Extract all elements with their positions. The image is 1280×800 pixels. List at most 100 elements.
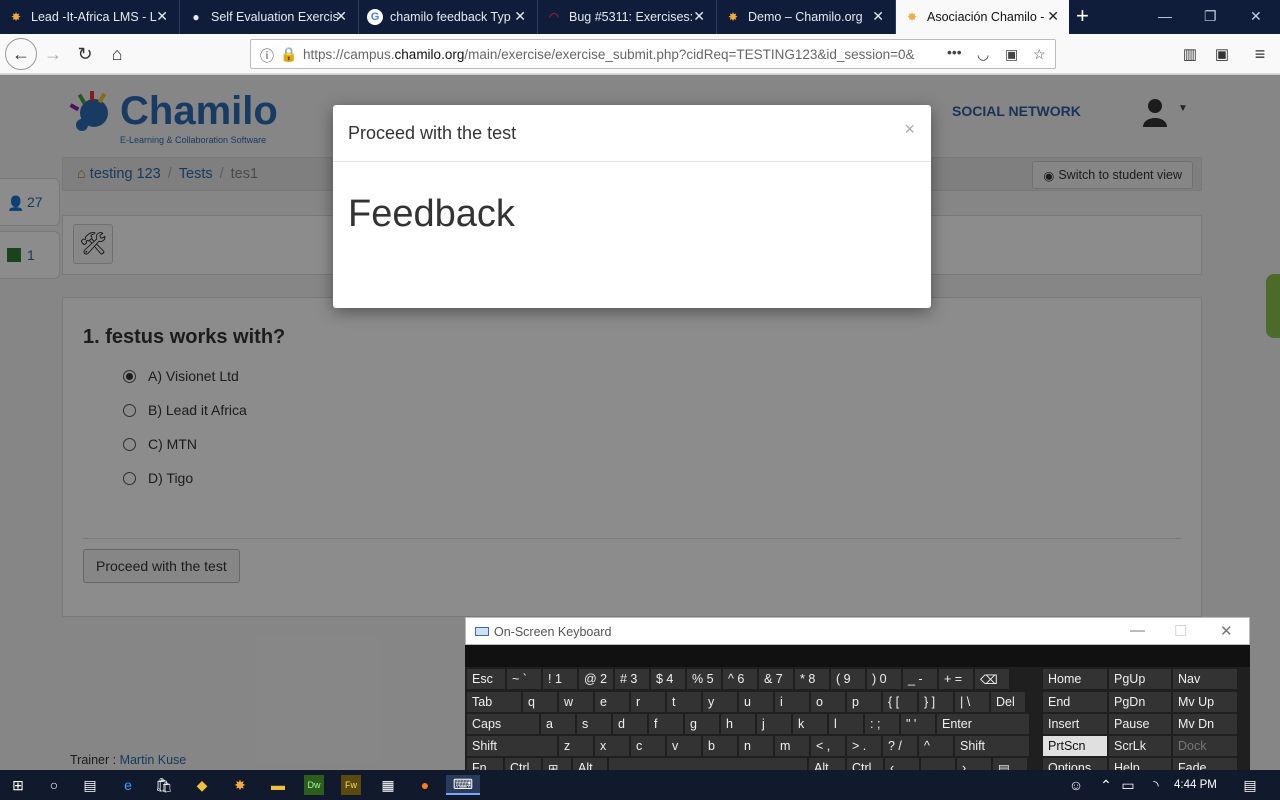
- chevron-up-icon[interactable]: ⌃: [1096, 775, 1116, 795]
- osk-key[interactable]: Esc: [467, 669, 505, 689]
- osk-key[interactable]: * 8: [795, 669, 829, 689]
- osk-key[interactable]: PrtScn: [1043, 736, 1107, 756]
- osk-key[interactable]: d: [613, 714, 647, 734]
- osk-key[interactable]: Pause: [1109, 714, 1171, 734]
- osk-key[interactable]: < ,: [811, 736, 845, 756]
- osk-key[interactable]: ScrLk: [1109, 736, 1171, 756]
- osk-key[interactable]: y: [703, 692, 737, 712]
- osk-key[interactable]: b: [703, 736, 737, 756]
- forward-button[interactable]: →: [39, 40, 67, 68]
- osk-key[interactable]: ) 0: [867, 669, 901, 689]
- osk-key[interactable]: _ -: [903, 669, 937, 689]
- url-bar[interactable]: ⓘ 🔒 https://campus.chamilo.org/main/exer…: [250, 39, 1056, 69]
- browser-tab-active[interactable]: ✸ Asociación Chamilo - ✕: [895, 0, 1069, 34]
- url-text[interactable]: https://campus.chamilo.org/main/exercise…: [303, 47, 923, 62]
- osk-key[interactable]: ^: [919, 736, 953, 756]
- edge-icon[interactable]: e: [118, 775, 138, 795]
- osk-key[interactable]: ( 9: [831, 669, 865, 689]
- osk-key[interactable]: Mv Up: [1173, 692, 1237, 712]
- osk-key[interactable]: Nav: [1173, 669, 1237, 689]
- pocket-icon[interactable]: ◡: [977, 46, 989, 63]
- osk-key[interactable]: Shift: [955, 736, 1029, 756]
- search-icon[interactable]: ○: [44, 775, 64, 795]
- osk-key[interactable]: k: [793, 714, 827, 734]
- close-window-icon[interactable]: ✕: [1250, 8, 1262, 25]
- osk-key[interactable]: End: [1043, 692, 1107, 712]
- osk-key[interactable]: PgUp: [1109, 669, 1171, 689]
- osk-key[interactable]: ! 1: [543, 669, 577, 689]
- fireworks-icon[interactable]: Fw: [341, 775, 361, 795]
- file-explorer-icon[interactable]: ▬: [268, 775, 288, 795]
- restore-window-icon[interactable]: ❐: [1204, 8, 1217, 25]
- bookmark-star-icon[interactable]: ☆: [1033, 46, 1046, 63]
- osk-key[interactable]: Caps: [467, 714, 539, 734]
- store-icon[interactable]: 🛍: [154, 775, 174, 795]
- osk-key[interactable]: $ 4: [651, 669, 685, 689]
- osk-key[interactable]: a: [541, 714, 575, 734]
- osk-key[interactable]: Del: [991, 692, 1025, 712]
- new-tab-button[interactable]: +: [1076, 5, 1089, 27]
- osk-key[interactable]: ? /: [883, 736, 917, 756]
- browser-tab[interactable]: ◠ Bug #5311: Exercises: d ✕: [537, 0, 715, 34]
- osk-key[interactable]: n: [739, 736, 773, 756]
- osk-key[interactable]: > .: [847, 736, 881, 756]
- osk-key[interactable]: p: [847, 692, 881, 712]
- osk-key[interactable]: h: [721, 714, 755, 734]
- osk-key[interactable]: w: [559, 692, 593, 712]
- close-tab-icon[interactable]: ✕: [156, 8, 168, 25]
- osk-key[interactable]: + =: [939, 669, 973, 689]
- osk-title-bar[interactable]: On-Screen Keyboard — ☐ ✕: [465, 617, 1250, 645]
- osk-key[interactable]: { [: [883, 692, 917, 712]
- keyboard-icon[interactable]: ⌨: [446, 775, 480, 795]
- osk-key[interactable]: i: [775, 692, 809, 712]
- browser-tab[interactable]: ● Self Evaluation Exercise ✕: [179, 0, 357, 34]
- osk-key[interactable]: v: [667, 736, 701, 756]
- browser-tab[interactable]: G chamilo feedback Typ ✕: [358, 0, 536, 34]
- osk-key[interactable]: z: [559, 736, 593, 756]
- minimize-window-icon[interactable]: —: [1158, 8, 1172, 24]
- osk-key[interactable]: @ 2: [579, 669, 613, 689]
- maximize-icon[interactable]: ☐: [1174, 622, 1187, 640]
- start-icon[interactable]: ⊞: [8, 775, 28, 795]
- home-button[interactable]: ⌂: [103, 40, 131, 68]
- osk-key[interactable]: : ;: [865, 714, 899, 734]
- close-tab-icon[interactable]: ✕: [872, 8, 884, 25]
- notifications-icon[interactable]: ▤: [1240, 775, 1260, 795]
- osk-key[interactable]: | \: [955, 692, 989, 712]
- osk-key[interactable]: q: [523, 692, 557, 712]
- back-button[interactable]: ←: [5, 38, 37, 70]
- browser-tab[interactable]: ✸ Lead -It-Africa LMS - L ✕: [0, 0, 178, 34]
- osk-key[interactable]: t: [667, 692, 701, 712]
- osk-key[interactable]: ^ 6: [723, 669, 757, 689]
- menu-icon[interactable]: ≡: [1246, 40, 1274, 68]
- app-icon[interactable]: ▦: [378, 775, 398, 795]
- dreamweaver-icon[interactable]: Dw: [304, 775, 324, 795]
- page-actions-icon[interactable]: •••: [947, 44, 962, 60]
- osk-key[interactable]: s: [577, 714, 611, 734]
- osk-key[interactable]: Tab: [467, 692, 521, 712]
- osk-key[interactable]: ~ `: [507, 669, 541, 689]
- osk-key[interactable]: PgDn: [1109, 692, 1171, 712]
- people-icon[interactable]: ☺: [1066, 775, 1086, 795]
- battery-icon[interactable]: ▭: [1118, 775, 1138, 795]
- synced-tabs-icon[interactable]: ▣: [1208, 40, 1236, 68]
- osk-key[interactable]: l: [829, 714, 863, 734]
- app-icon[interactable]: ◆: [192, 775, 212, 795]
- reload-button[interactable]: ↻: [71, 40, 99, 68]
- reader-view-icon[interactable]: ▣: [1005, 46, 1018, 63]
- close-tab-icon[interactable]: ✕: [693, 8, 705, 25]
- osk-key[interactable]: m: [775, 736, 809, 756]
- osk-key[interactable]: x: [595, 736, 629, 756]
- close-tab-icon[interactable]: ✕: [1047, 8, 1059, 25]
- osk-key[interactable]: r: [631, 692, 665, 712]
- osk-key[interactable]: Mv Dn: [1173, 714, 1237, 734]
- osk-key[interactable]: ⌫: [975, 669, 1009, 689]
- minimize-icon[interactable]: —: [1130, 622, 1145, 639]
- task-view-icon[interactable]: ▤: [80, 775, 100, 795]
- close-tab-icon[interactable]: ✕: [335, 8, 347, 25]
- osk-key[interactable]: o: [811, 692, 845, 712]
- osk-key[interactable]: % 5: [687, 669, 721, 689]
- osk-key[interactable]: Shift: [467, 736, 557, 756]
- browser-tab[interactable]: ✸ Demo – Chamilo.org ✕: [716, 0, 894, 34]
- osk-key[interactable]: Home: [1043, 669, 1107, 689]
